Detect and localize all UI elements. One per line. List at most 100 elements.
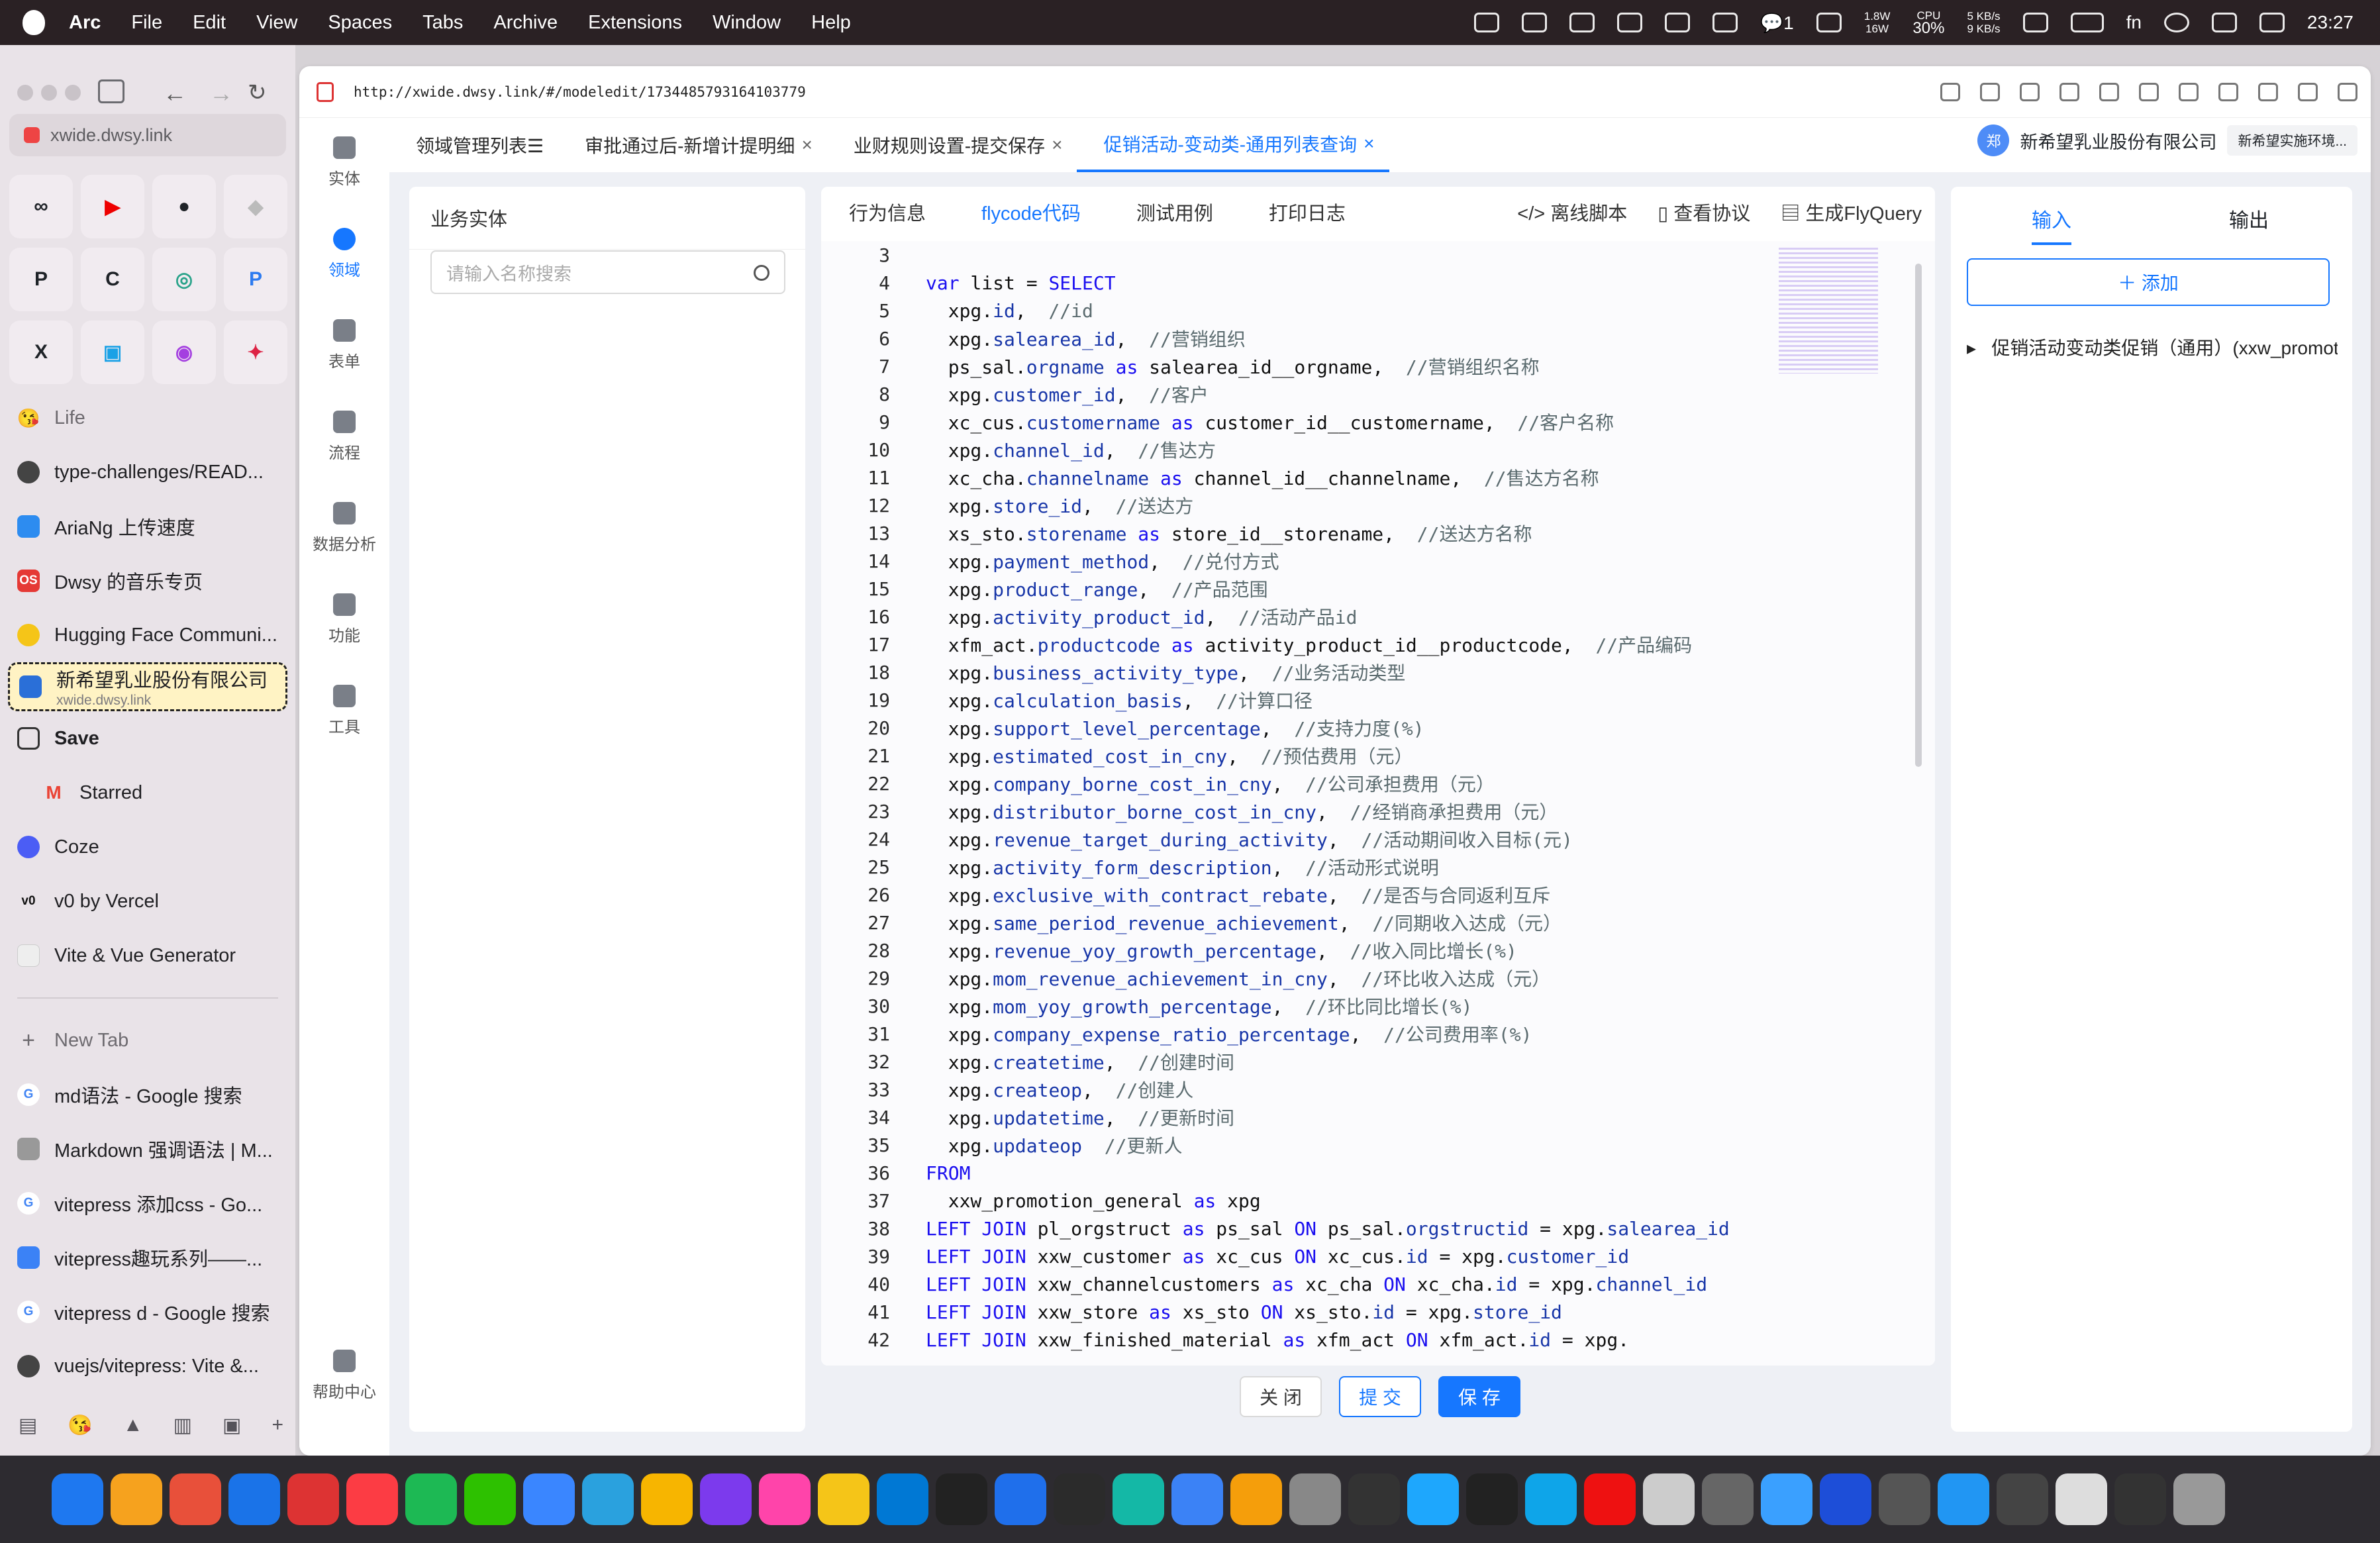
dock-app-icon[interactable]: [346, 1473, 398, 1525]
search-icon[interactable]: [754, 265, 769, 281]
sidebar-tab[interactable]: type-challenges/READ...: [0, 445, 295, 499]
forward-icon[interactable]: →: [209, 79, 236, 107]
youdao-icon[interactable]: [1617, 13, 1643, 32]
close-icon[interactable]: ×: [1364, 133, 1374, 154]
fav-bilibili[interactable]: ▣: [81, 321, 144, 384]
sidebar-tab[interactable]: OS Dwsy 的音乐专页: [0, 554, 295, 608]
sidebar-tab[interactable]: Gmd语法 - Google 搜索: [0, 1068, 295, 1122]
tab-icon[interactable]: [2059, 82, 2079, 101]
dock-app-icon[interactable]: [464, 1473, 516, 1525]
fav-youtube[interactable]: ▶: [81, 175, 144, 238]
clock[interactable]: 23:27: [2307, 12, 2354, 33]
back-icon[interactable]: ←: [163, 79, 189, 107]
fav-chatgpt[interactable]: ◎: [152, 248, 216, 311]
dock-app-icon[interactable]: [2173, 1473, 2225, 1525]
sidebar-tab[interactable]: Gvitepress d - Google 搜索: [0, 1285, 295, 1339]
reload-icon[interactable]: ↻: [248, 79, 274, 105]
menu-archive[interactable]: Archive: [493, 12, 558, 34]
env-badge[interactable]: 新希望实施环境...: [2227, 125, 2357, 156]
fav-p-blue[interactable]: P: [224, 248, 287, 311]
dock-app-icon[interactable]: [936, 1473, 987, 1525]
sidebar-url-bar[interactable]: xwide.dwsy.link: [9, 114, 286, 156]
screenshot-icon[interactable]: [1980, 82, 2000, 101]
dock-app-icon[interactable]: [111, 1473, 162, 1525]
dock-app-icon[interactable]: [1466, 1473, 1518, 1525]
dock-app-icon[interactable]: [1289, 1473, 1341, 1525]
fav-github[interactable]: ●: [152, 175, 216, 238]
camera-icon[interactable]: [2020, 82, 2040, 101]
menu-view[interactable]: View: [256, 12, 297, 34]
dock-app-icon[interactable]: [1525, 1473, 1577, 1525]
extension-icon[interactable]: [2179, 82, 2199, 101]
dock-app-icon[interactable]: [1230, 1473, 1282, 1525]
code-area[interactable]: 3 4 var list = SELECT 5 xpg.id, //id 6 xpg.s…: [821, 241, 1935, 1366]
dock-app-icon[interactable]: [818, 1473, 869, 1525]
target-icon[interactable]: [2139, 82, 2159, 101]
nav-data-analysis[interactable]: 数据分析: [299, 502, 389, 554]
zoom-dot[interactable]: [65, 85, 81, 101]
wechat-icon[interactable]: [1816, 13, 1842, 32]
nav-domain[interactable]: 领域: [299, 228, 389, 280]
nav-tools[interactable]: 工具: [299, 685, 389, 737]
fav-producthunt[interactable]: P: [9, 248, 73, 311]
sidebar-tab[interactable]: M Starred: [0, 766, 295, 820]
monitor-icon[interactable]: [1569, 13, 1595, 32]
emoji-space-icon[interactable]: 😘: [68, 1414, 92, 1437]
insecure-icon[interactable]: [317, 81, 334, 102]
dock-app-icon[interactable]: [287, 1473, 339, 1525]
apple-icon[interactable]: [23, 10, 45, 35]
fav-x[interactable]: X: [9, 321, 73, 384]
fav-gemini[interactable]: ✦: [224, 321, 287, 384]
dock-app-icon[interactable]: [405, 1473, 457, 1525]
menu-app-name[interactable]: Arc: [69, 12, 101, 34]
link-icon[interactable]: [1940, 82, 1960, 101]
split-view-icon[interactable]: [2338, 82, 2357, 101]
menu-edit[interactable]: Edit: [193, 12, 226, 34]
extension-icon[interactable]: [2298, 82, 2318, 101]
dock-app-icon[interactable]: [1171, 1473, 1223, 1525]
play-icon[interactable]: [2163, 13, 2189, 32]
nav-form[interactable]: 表单: [299, 319, 389, 372]
sidebar-tab[interactable]: AriaNg 上传速度: [0, 499, 295, 554]
sidebar-tab-active[interactable]: 新希望乳业股份有限公司 xwide.dwsy.link: [8, 662, 287, 711]
dock-app-icon[interactable]: [1407, 1473, 1459, 1525]
tab-promotion-query[interactable]: 促销活动-变动类-通用列表查询 ×: [1077, 118, 1389, 172]
generate-flyquery-button[interactable]: ▤ 生成FlyQuery: [1781, 198, 1922, 226]
menu-extensions[interactable]: Extensions: [588, 12, 682, 34]
menu-window[interactable]: Window: [713, 12, 781, 34]
book-icon[interactable]: ▥: [174, 1414, 192, 1437]
new-tab-button[interactable]: + New Tab: [0, 1013, 295, 1068]
entity-search-input[interactable]: 请输入名称搜索: [430, 250, 785, 294]
sidebar-tab[interactable]: Hugging Face Communi...: [0, 608, 295, 662]
view-protocol-button[interactable]: ▯ 查看协议: [1658, 198, 1750, 226]
url-text[interactable]: http://xwide.dwsy.link/#/modeledit/17344…: [354, 84, 806, 100]
submit-button[interactable]: 提 交: [1339, 1376, 1421, 1417]
app-s-icon[interactable]: [2211, 13, 2237, 32]
close-dot[interactable]: [17, 85, 33, 101]
nav-flow[interactable]: 流程: [299, 411, 389, 463]
sidebar-tab[interactable]: vitepress趣玩系列——...: [0, 1230, 295, 1285]
dock-app-icon[interactable]: [1054, 1473, 1105, 1525]
extension-icon[interactable]: [2218, 82, 2238, 101]
add-space-icon[interactable]: +: [272, 1414, 283, 1437]
dock-app-icon[interactable]: [1643, 1473, 1695, 1525]
dock-app-icon[interactable]: [1820, 1473, 1871, 1525]
close-button[interactable]: 关 闭: [1240, 1376, 1322, 1417]
dock-app-icon[interactable]: [52, 1473, 103, 1525]
briefcase-icon[interactable]: ▣: [223, 1414, 241, 1437]
bookmark-icon[interactable]: [1522, 13, 1548, 32]
org-switcher[interactable]: 郑 新希望乳业股份有限公司 新希望实施环境...: [1977, 124, 2357, 156]
tab-domain-list[interactable]: 领域管理列表☰: [389, 118, 558, 172]
cube-icon[interactable]: [1712, 13, 1738, 32]
sidebar-tab[interactable]: Gvitepress 添加css - Go...: [0, 1176, 295, 1230]
dock-app-icon[interactable]: [170, 1473, 221, 1525]
tree-node[interactable]: ▸ 促销活动变动类促销（通用）(xxw_promoti: [1967, 334, 2338, 360]
dock-app-icon[interactable]: [641, 1473, 693, 1525]
sidebar-tab[interactable]: Markdown 强调语法 | M...: [0, 1122, 295, 1176]
dock-app-icon[interactable]: [1348, 1473, 1400, 1525]
minimize-dot[interactable]: [41, 85, 57, 101]
dock-app-icon[interactable]: [2114, 1473, 2166, 1525]
tab-behavior-info[interactable]: 行为信息: [821, 187, 954, 237]
clash-icon[interactable]: [1665, 13, 1691, 32]
tab-flycode[interactable]: flycode代码: [954, 187, 1109, 237]
